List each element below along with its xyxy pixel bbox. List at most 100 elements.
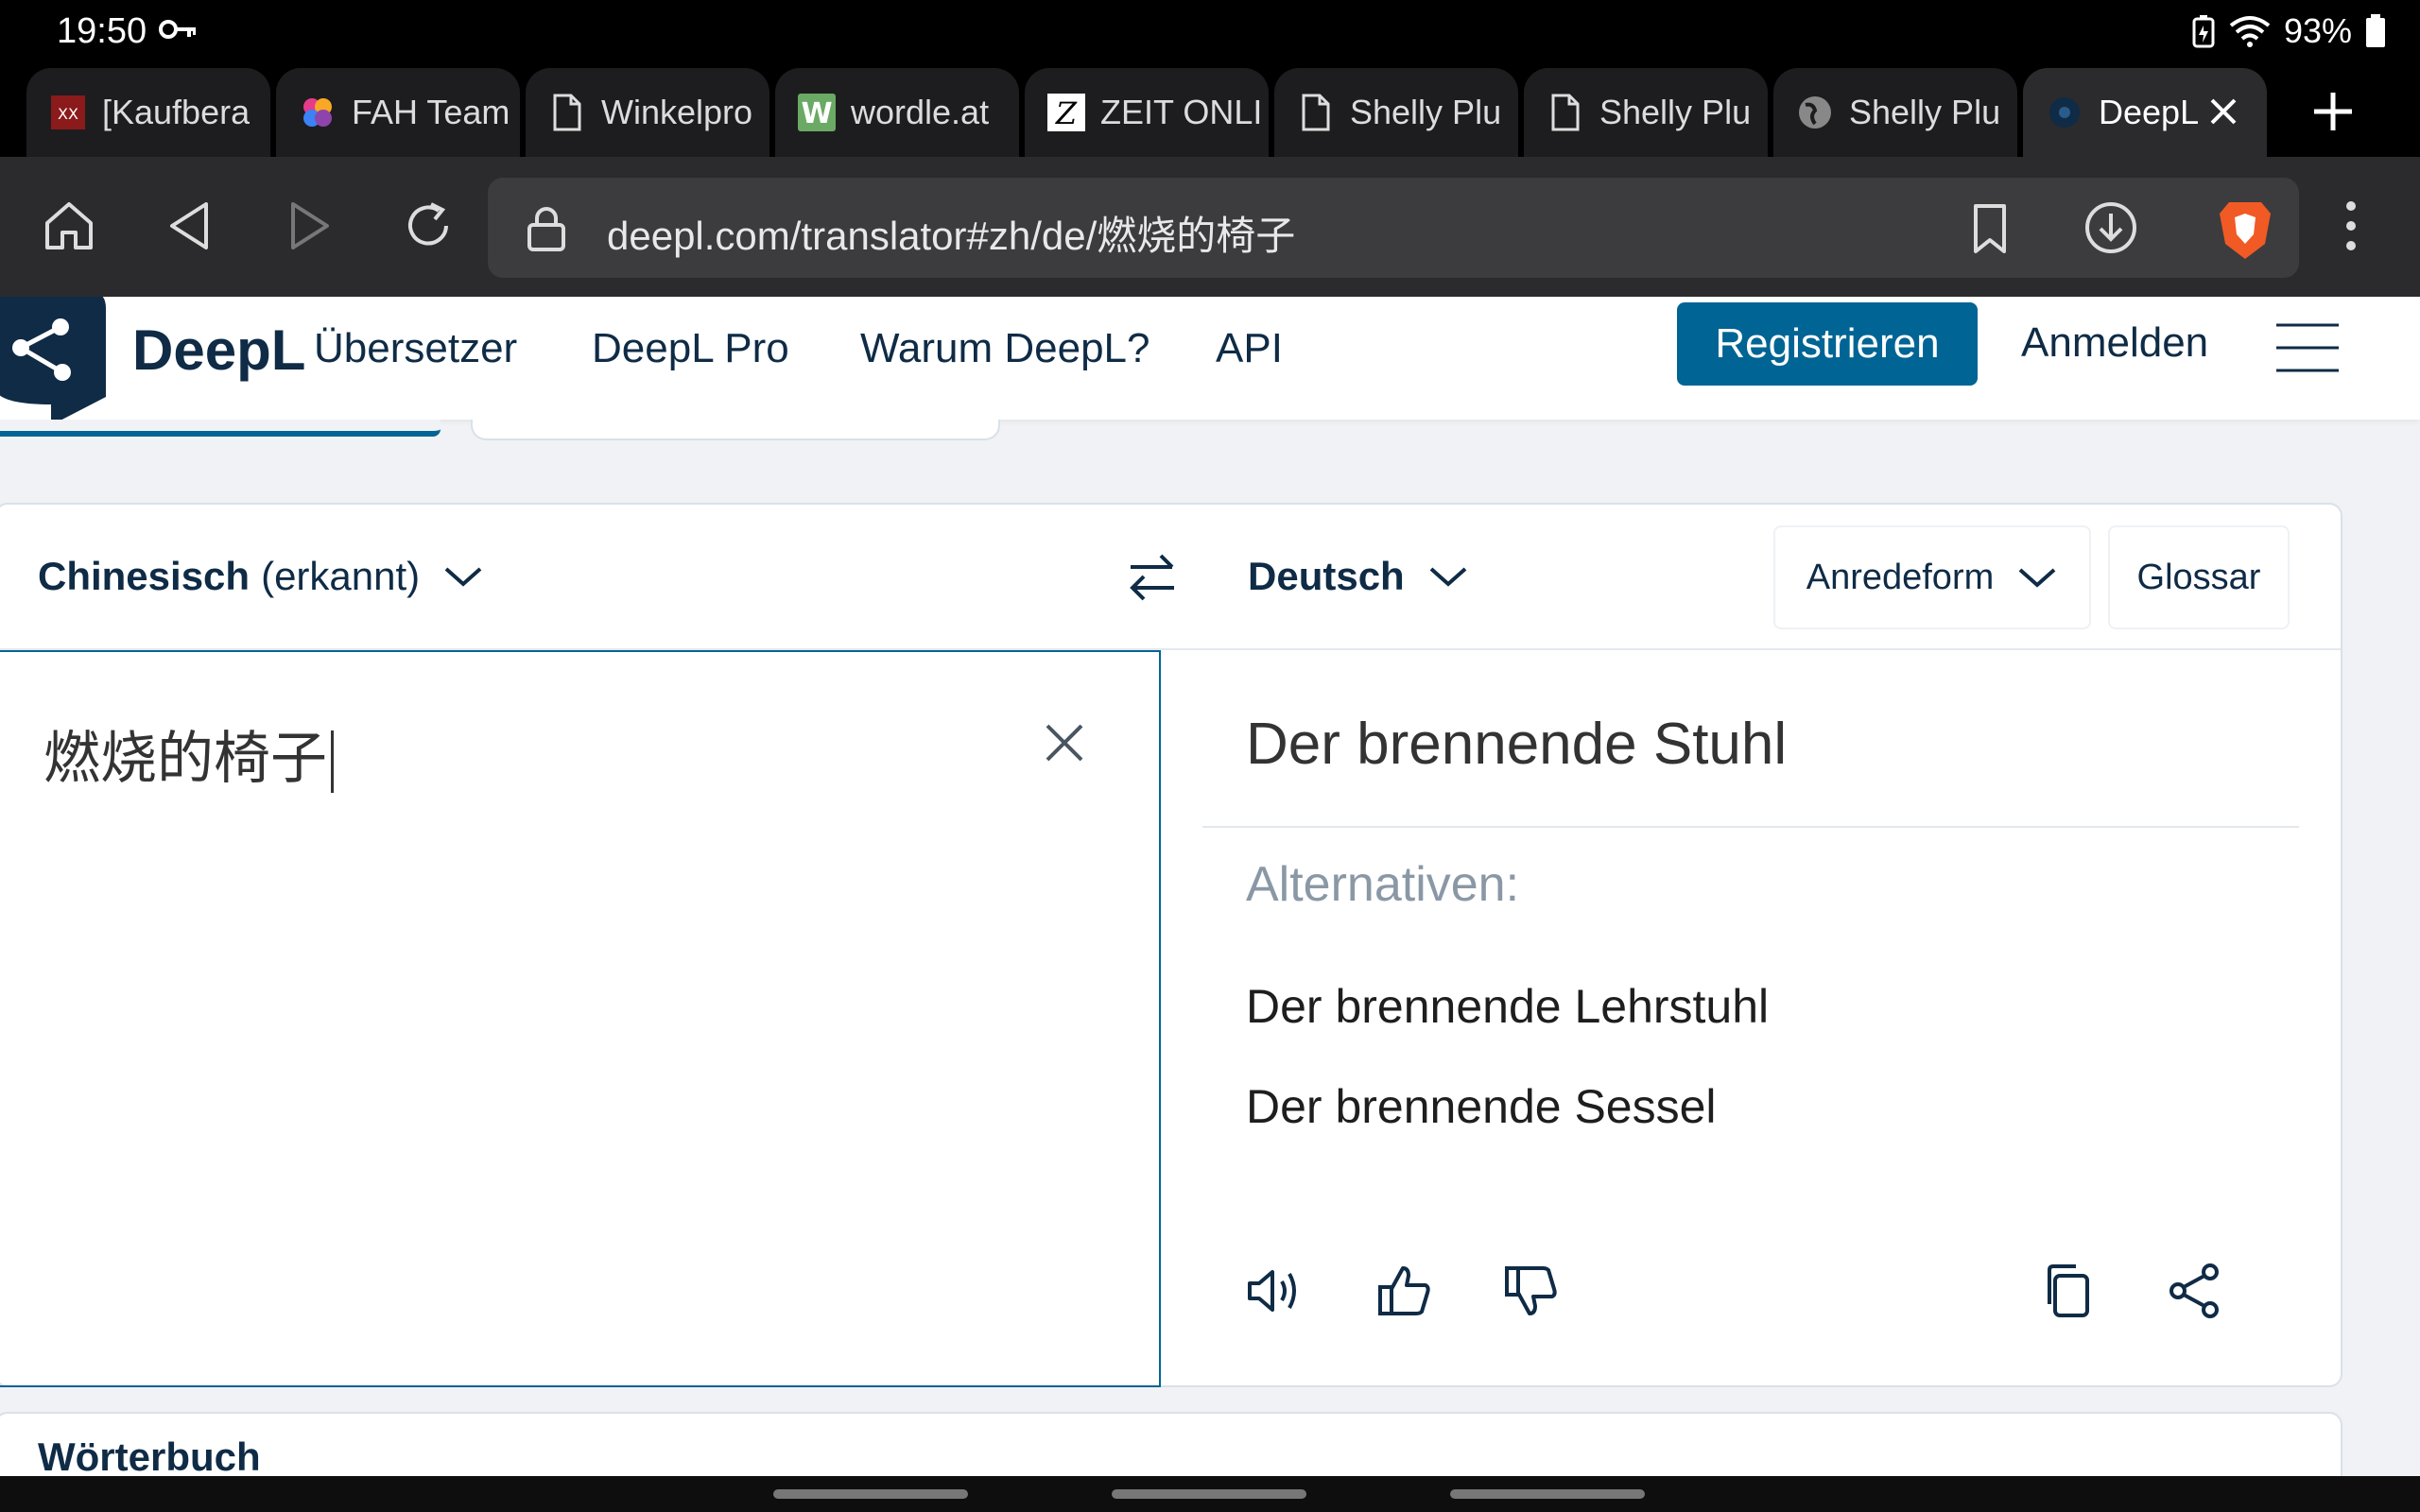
copy-icon[interactable]	[2038, 1261, 2099, 1321]
register-button[interactable]: Registrieren	[1677, 302, 1978, 386]
browser-tab[interactable]: W wordle.at	[775, 68, 1019, 157]
svg-text:Z: Z	[1055, 95, 1078, 131]
tab-label: ZEIT ONLI	[1100, 93, 1263, 131]
browser-tab[interactable]: Winkelpro	[526, 68, 769, 157]
target-language-select[interactable]: Deutsch	[1248, 554, 1469, 599]
hamburger-menu-icon[interactable]	[2274, 321, 2341, 374]
thumbs-up-icon[interactable]	[1374, 1261, 1435, 1321]
home-icon[interactable]	[38, 195, 100, 257]
chevron-down-icon	[444, 567, 482, 587]
browser-tab[interactable]: Shelly Plu	[1524, 68, 1768, 157]
tab-label: DeepL	[2099, 93, 2200, 131]
download-icon[interactable]	[2083, 200, 2138, 255]
formality-label: Anredeform	[1806, 557, 1995, 597]
swap-languages-icon[interactable]	[1125, 546, 1180, 609]
browser-tab[interactable]: Z ZEIT ONLI	[1025, 68, 1269, 157]
alternatives-label: Alternativen:	[1246, 857, 1520, 912]
status-time: 19:50	[57, 11, 147, 51]
brave-shield-icon[interactable]	[2216, 197, 2274, 261]
translate-files-tab[interactable]	[471, 420, 1000, 440]
shield-red-icon: XX	[49, 94, 87, 131]
tab-strip: XX [Kaufbera FAH Team Winkelpro W wordle…	[0, 62, 2420, 157]
share-icon[interactable]	[2165, 1261, 2225, 1321]
site-header: DeepL Übersetzer DeepL Pro Warum DeepL? …	[0, 297, 2420, 425]
zeit-icon: Z	[1047, 94, 1085, 131]
url-text[interactable]: deepl.com/translator#zh/de/燃烧的椅子	[607, 204, 1295, 262]
tab-label: Shelly Plu	[1599, 93, 1752, 131]
source-detected: (erkannt)	[261, 554, 421, 598]
battery-percent: 93%	[2283, 11, 2352, 50]
wordle-icon: W	[798, 94, 836, 131]
target-language: Deutsch	[1248, 554, 1405, 598]
speaker-icon[interactable]	[1244, 1261, 1305, 1321]
clear-text-icon[interactable]	[1042, 720, 1087, 765]
browser-toolbar: deepl.com/translator#zh/de/燃烧的椅子	[0, 157, 2420, 297]
browser-tab-active[interactable]: DeepL	[2023, 68, 2267, 157]
new-tab-icon[interactable]	[2307, 85, 2360, 138]
source-language: Chinesisch	[38, 554, 251, 598]
dictionary-title: Wörterbuch	[38, 1435, 261, 1476]
svg-text:W: W	[801, 97, 832, 130]
status-bar: 19:50 93%	[0, 0, 2420, 62]
battery-saver-icon	[2192, 15, 2215, 48]
forward-icon[interactable]	[278, 195, 340, 257]
source-text: 燃烧的椅子	[43, 726, 327, 792]
tab-label: Shelly Plu	[1849, 93, 2001, 131]
translate-text-tab[interactable]	[0, 420, 441, 437]
tab-label: wordle.at	[851, 93, 990, 131]
tab-label: Winkelpro	[601, 93, 753, 131]
battery-icon	[2366, 14, 2385, 47]
back-icon[interactable]	[159, 195, 221, 257]
brand-subtitle[interactable]: Übersetzer	[314, 325, 517, 372]
formality-button[interactable]: Anredeform	[1773, 525, 2091, 629]
source-language-select[interactable]: Chinesisch (erkannt)	[38, 554, 484, 599]
close-tab-icon[interactable]	[2204, 93, 2242, 130]
wifi-icon	[2229, 16, 2271, 47]
lock-icon[interactable]	[526, 206, 567, 251]
address-bar[interactable]: deepl.com/translator#zh/de/燃烧的椅子	[488, 178, 2299, 278]
system-nav-bar	[0, 1476, 2420, 1512]
tab-label: [Kaufbera	[102, 93, 251, 131]
tab-label: FAH Team	[352, 93, 510, 131]
source-text-wrap[interactable]: 燃烧的椅子	[43, 713, 334, 795]
brand-name[interactable]: DeepL	[132, 318, 305, 383]
text-caret	[331, 730, 334, 794]
browser-tab[interactable]: Shelly Plu	[1274, 68, 1518, 157]
bookmark-icon[interactable]	[1966, 202, 2014, 255]
vpn-key-icon	[159, 20, 196, 39]
glossary-button[interactable]: Glossar	[2108, 525, 2290, 629]
browser-tab[interactable]: XX [Kaufbera	[26, 68, 270, 157]
nav-api[interactable]: API	[1216, 325, 1283, 372]
fah-icon	[299, 94, 337, 131]
chevron-down-icon	[1429, 567, 1467, 587]
page-content: DeepL Übersetzer DeepL Pro Warum DeepL? …	[0, 297, 2420, 1476]
thumbs-down-icon[interactable]	[1501, 1261, 1562, 1321]
source-textarea[interactable]: 燃烧的椅子	[0, 650, 1161, 1387]
tab-label: Shelly Plu	[1350, 93, 1502, 131]
language-bar: Chinesisch (erkannt) Deutsch Anredeform …	[0, 505, 2341, 650]
chevron-down-icon	[2018, 568, 2056, 588]
nav-handle[interactable]	[773, 1489, 968, 1499]
alternative-item[interactable]: Der brennende Lehrstuhl	[1246, 979, 1769, 1034]
nav-deepl-pro[interactable]: DeepL Pro	[592, 325, 789, 372]
divider	[1202, 826, 2299, 828]
browser-tab[interactable]: FAH Team	[276, 68, 520, 157]
translator-card: Chinesisch (erkannt) Deutsch Anredeform …	[0, 503, 2342, 1387]
browser-tab[interactable]: Shelly Plu	[1773, 68, 2017, 157]
nav-warum-deepl[interactable]: Warum DeepL?	[860, 325, 1150, 372]
document-icon	[1547, 94, 1584, 131]
target-text[interactable]: Der brennende Stuhl	[1246, 711, 1787, 778]
login-button[interactable]: Anmelden	[2021, 319, 2208, 367]
document-icon	[548, 94, 586, 131]
alternative-item[interactable]: Der brennende Sessel	[1246, 1079, 1717, 1134]
status-right: 93%	[2191, 11, 2386, 51]
deepl-icon	[2046, 94, 2083, 131]
more-menu-icon[interactable]	[2327, 195, 2375, 257]
dictionary-card: Wörterbuch	[0, 1412, 2342, 1476]
nav-handle[interactable]	[1112, 1489, 1306, 1499]
globe-icon	[1796, 94, 1834, 131]
reload-icon[interactable]	[397, 195, 459, 257]
nav-handle[interactable]	[1450, 1489, 1645, 1499]
document-icon	[1297, 94, 1335, 131]
svg-text:XX: XX	[58, 105, 78, 123]
